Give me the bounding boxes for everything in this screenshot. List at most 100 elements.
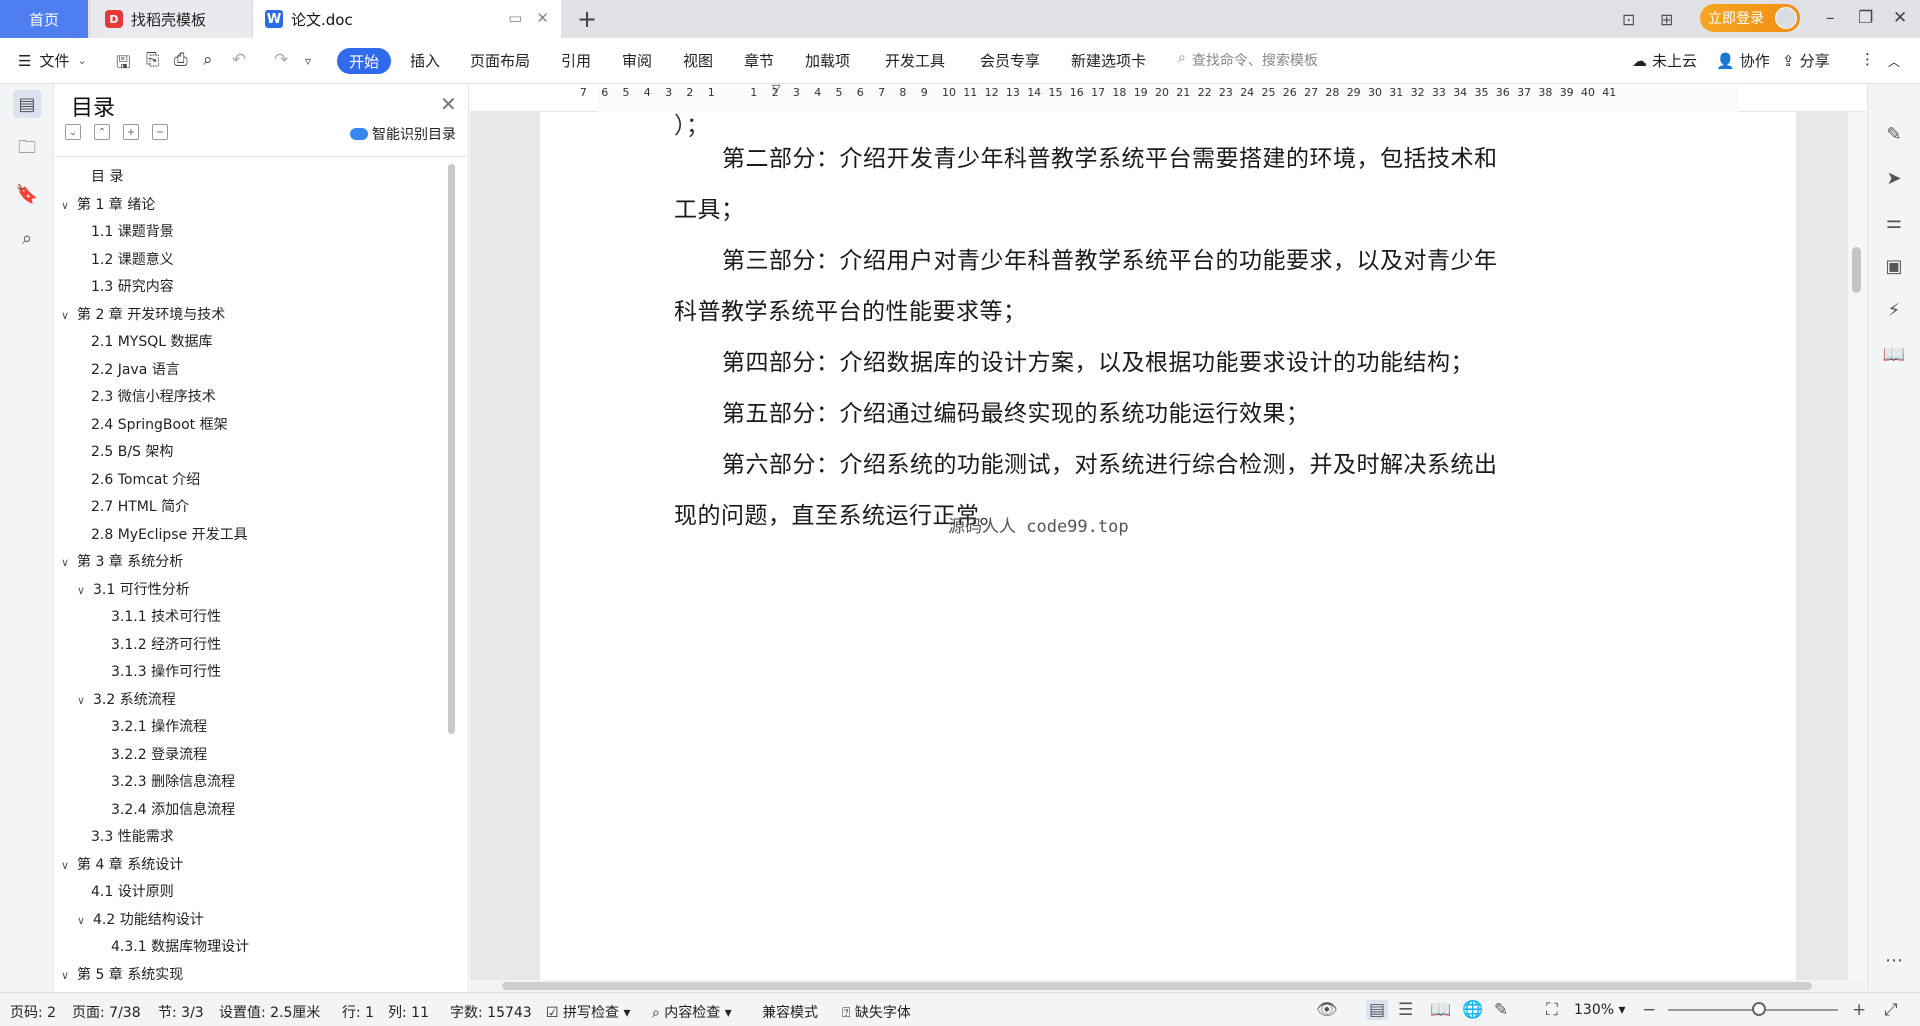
toc-item[interactable]: ∨ 3.1 可行性分析 <box>77 577 190 603</box>
zoom-out-icon[interactable]: − <box>1642 1000 1656 1020</box>
more-options-icon[interactable]: ⋮ <box>1860 50 1875 68</box>
minimize-icon[interactable]: – <box>1826 8 1835 28</box>
tab-addins[interactable]: 加载项 <box>805 50 850 71</box>
save-icon[interactable]: 🖫 <box>116 50 130 79</box>
image-tools-icon[interactable]: ▣ <box>1882 254 1906 278</box>
toc-close-icon[interactable]: ✕ <box>440 92 457 116</box>
zoom-level[interactable]: 130% ▾ <box>1574 1002 1626 1018</box>
toc-item[interactable]: 2.2 Java 语言 <box>91 357 180 383</box>
add-heading-icon[interactable]: + <box>123 124 139 140</box>
toc-item[interactable]: 3.2.4 添加信息流程 <box>111 797 235 823</box>
tab-review[interactable]: 审阅 <box>622 50 652 71</box>
toc-item[interactable]: 1.2 课题意义 <box>91 247 174 273</box>
share-button[interactable]: ⇪ 分享 <box>1782 50 1830 71</box>
paragraph-line[interactable]: 科普教学系统平台的性能要求等； <box>674 292 1027 326</box>
toc-item[interactable]: 1.1 课题背景 <box>91 219 174 245</box>
tab-start[interactable]: 开始 <box>337 48 391 74</box>
chevron-down-icon[interactable]: ∨ <box>61 193 77 219</box>
vertical-scroll-thumb[interactable] <box>1852 247 1861 293</box>
pen-icon[interactable]: ✎ <box>1882 122 1906 146</box>
tab-references[interactable]: 引用 <box>561 50 591 71</box>
tab-template[interactable]: D 找稻壳模板 <box>91 0 251 38</box>
paragraph-line[interactable]: 第二部分：介绍开发青少年科普教学系统平台需要搭建的环境，包括技术和 <box>722 139 1498 173</box>
content-check-button[interactable]: ⌕ 内容检查 ▾ <box>652 1002 732 1022</box>
menu-file[interactable]: ☰ 文件 ⌄ <box>18 50 87 71</box>
document-area[interactable]: ）； 第二部分：介绍开发青少年科普教学系统平台需要搭建的环境，包括技术和 工具；… <box>470 112 1866 980</box>
toc-item[interactable]: 3.1.3 操作可行性 <box>111 659 221 685</box>
select-cursor-icon[interactable]: ➤ <box>1882 166 1906 190</box>
write-mode-icon[interactable]: ✎ <box>1494 1000 1508 1020</box>
fit-page-icon[interactable]: ⛶ <box>1546 1000 1558 1020</box>
outline-view-icon[interactable]: ☰ <box>1398 1000 1413 1020</box>
smart-toc-button[interactable]: 智能识别目录 <box>350 124 456 144</box>
login-button[interactable]: 立即登录 <box>1700 4 1800 32</box>
chevron-down-icon[interactable]: ∨ <box>61 963 77 989</box>
ribbon-collapse-icon[interactable]: ︿ <box>1888 53 1900 70</box>
undo-icon[interactable]: ↶ <box>232 50 246 70</box>
status-section[interactable]: 节: 3/3 <box>158 1002 204 1022</box>
chevron-down-icon[interactable]: ∨ <box>61 303 77 329</box>
quick-action-icon[interactable]: ⚡ <box>1882 298 1906 322</box>
restore-icon[interactable]: ❐ <box>1858 8 1873 28</box>
toc-item[interactable]: 3.3 性能需求 <box>91 824 174 850</box>
expand-all-icon[interactable]: ⌃ <box>94 124 110 140</box>
missing-font-button[interactable]: ⍰ 缺失字体 <box>842 1002 911 1022</box>
toc-item[interactable]: 3.1.2 经济可行性 <box>111 632 221 658</box>
remove-heading-icon[interactable]: − <box>152 124 168 140</box>
toc-item[interactable]: 2.6 Tomcat 介绍 <box>91 467 200 493</box>
command-search-input[interactable]: ⌕ 查找命令、搜索模板 <box>1178 50 1318 70</box>
toc-item[interactable]: 2.7 HTML 简介 <box>91 494 189 520</box>
quick-access-more-icon[interactable]: ▿ <box>305 54 311 68</box>
tab-page-layout[interactable]: 页面布局 <box>470 50 530 71</box>
tab-document[interactable]: W 论文.doc ▭ ✕ <box>253 0 561 38</box>
zoom-in-icon[interactable]: + <box>1852 1000 1866 1020</box>
toc-item[interactable]: 2.5 B/S 架构 <box>91 439 173 465</box>
tab-member[interactable]: 会员专享 <box>980 50 1040 71</box>
redo-icon[interactable]: ↷ <box>274 50 288 70</box>
paragraph-line[interactable]: 第四部分：介绍数据库的设计方案，以及根据功能要求设计的功能结构； <box>722 343 1474 377</box>
more-tools-icon[interactable]: ⋯ <box>1882 948 1906 972</box>
toc-item[interactable]: 4.3.1 数据库物理设计 <box>111 934 249 960</box>
status-page-code[interactable]: 页码: 2 <box>10 1002 56 1022</box>
vertical-scrollbar[interactable] <box>1848 112 1866 980</box>
cloud-status-button[interactable]: ☁ 未上云 <box>1632 50 1697 71</box>
toc-item[interactable]: 3.2.3 删除信息流程 <box>111 769 235 795</box>
web-view-icon[interactable]: 🌐 <box>1462 1000 1483 1020</box>
tab-developer[interactable]: 开发工具 <box>885 50 945 71</box>
status-setting[interactable]: 设置值: 2.5厘米 <box>219 1002 320 1022</box>
toc-item[interactable]: ∨ 3.2 系统流程 <box>77 687 176 713</box>
toc-panel-icon[interactable]: ▤ <box>13 90 41 118</box>
toc-item[interactable]: ∨ 4.2 功能结构设计 <box>77 907 204 933</box>
layout-toggle-icon[interactable]: ⊡ <box>1622 0 1635 38</box>
toc-item[interactable]: 2.8 MyEclipse 开发工具 <box>91 522 248 548</box>
fullscreen-icon[interactable]: ⤢ <box>1884 1000 1898 1020</box>
toc-item[interactable]: 4.1 设计原则 <box>91 879 174 905</box>
horizontal-scroll-thumb[interactable] <box>502 982 1812 990</box>
reading-mode-icon[interactable]: 📖 <box>1882 342 1906 366</box>
status-row[interactable]: 行: 1 <box>342 1002 374 1022</box>
find-icon[interactable]: ⌕ <box>13 224 41 252</box>
zoom-slider-handle[interactable] <box>1752 1002 1766 1016</box>
spell-check-button[interactable]: ☑ 拼写检查 ▾ <box>546 1002 631 1022</box>
status-page[interactable]: 页面: 7/38 <box>72 1002 141 1022</box>
window-close-icon[interactable]: ✕ <box>1893 8 1907 28</box>
tab-new-tab[interactable]: 新建选项卡 <box>1071 50 1146 71</box>
toc-item[interactable]: 3.2.1 操作流程 <box>111 714 207 740</box>
reading-view-icon[interactable]: 📖 <box>1430 1000 1451 1020</box>
toc-item[interactable]: 2.1 MYSQL 数据库 <box>91 329 213 355</box>
toc-item[interactable]: ∨ 第 2 章 开发环境与技术 <box>61 302 225 328</box>
paragraph-line[interactable]: 第三部分：介绍用户对青少年科普教学系统平台的功能要求，以及对青少年 <box>722 241 1498 275</box>
grid-apps-icon[interactable]: ⊞ <box>1660 0 1673 38</box>
indent-marker-icon[interactable]: ▽ <box>772 82 780 95</box>
chevron-down-icon[interactable]: ∨ <box>77 578 93 604</box>
toc-item[interactable]: 1.3 研究内容 <box>91 274 174 300</box>
properties-sliders-icon[interactable]: ⚌ <box>1882 210 1906 234</box>
toc-item[interactable]: ∨ 第 4 章 系统设计 <box>61 852 183 878</box>
collapse-all-icon[interactable]: ⌄ <box>65 124 81 140</box>
chevron-down-icon[interactable]: ∨ <box>77 908 93 934</box>
chevron-down-icon[interactable]: ∨ <box>77 688 93 714</box>
toc-item[interactable]: ∨ 第 1 章 绪论 <box>61 192 155 218</box>
chapter-nav-icon[interactable]: 🗀 <box>13 136 41 164</box>
tab-pin-icon[interactable]: ▭ <box>508 9 522 27</box>
tab-home[interactable]: 首页 <box>0 0 88 38</box>
